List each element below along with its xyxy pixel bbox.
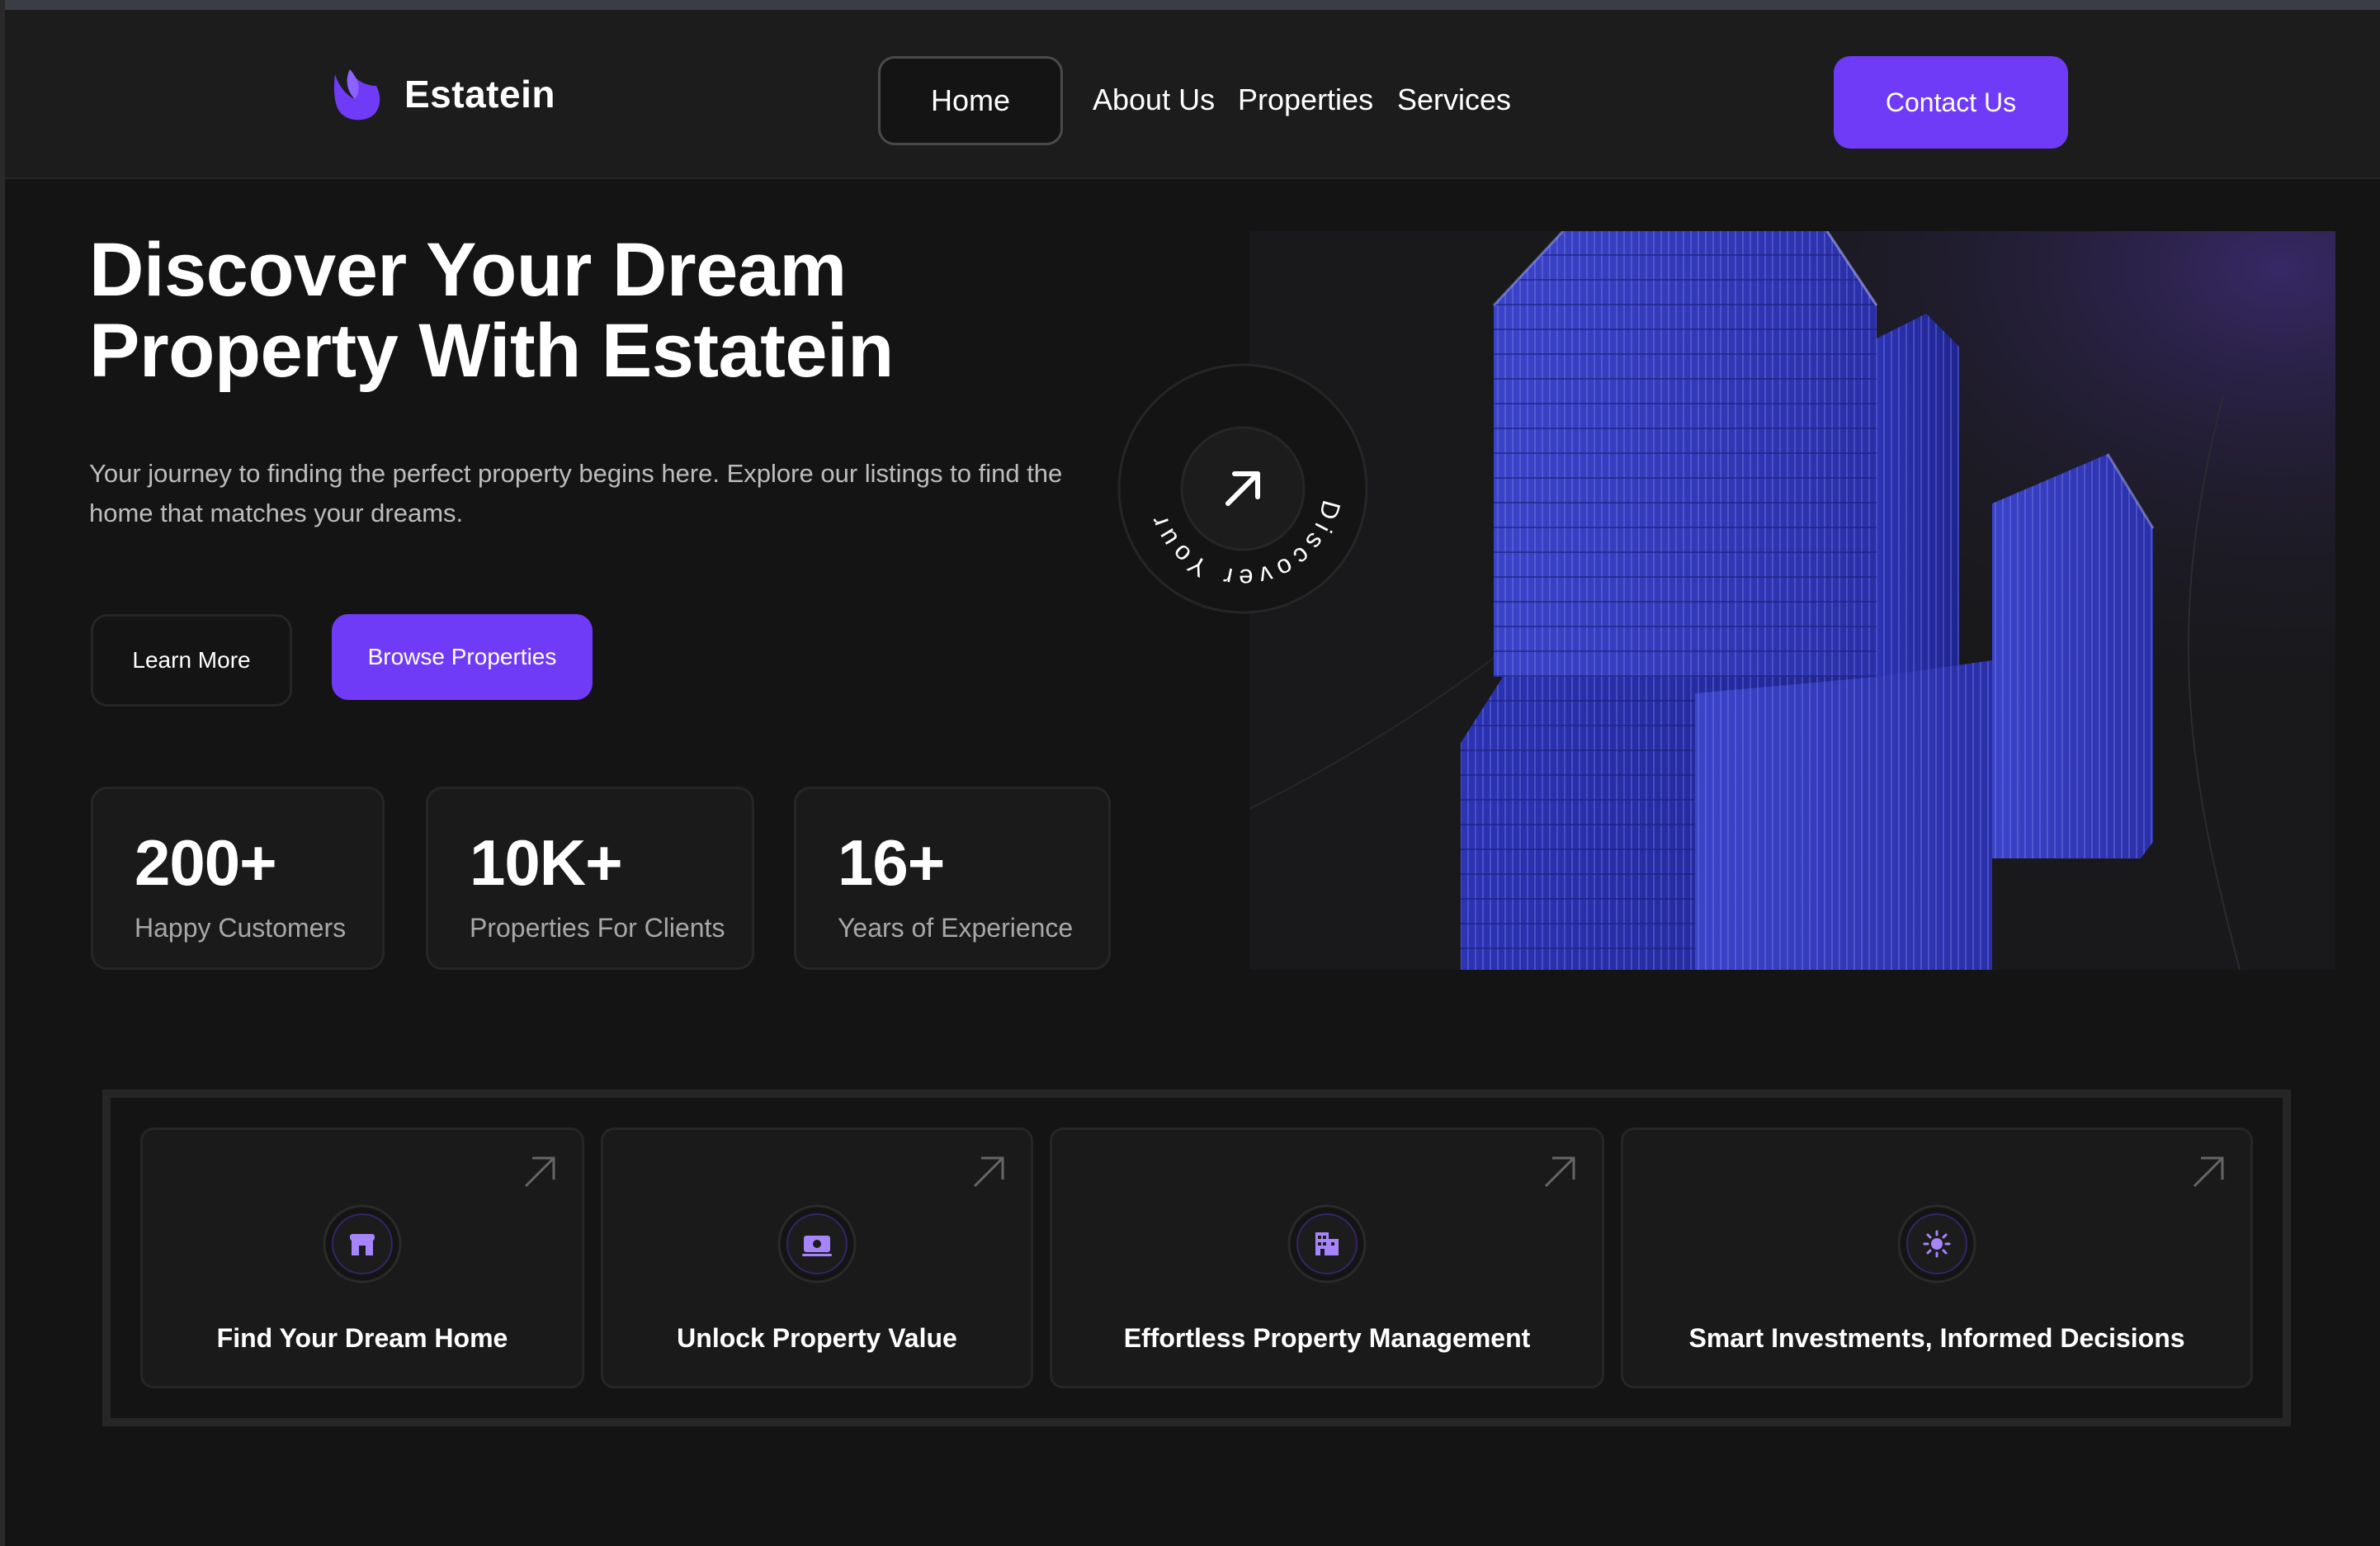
stat-value: 16+ xyxy=(838,826,945,899)
arrow-up-right-icon xyxy=(1544,1156,1575,1188)
feature-card-dream-home[interactable]: Find Your Dream Home xyxy=(140,1128,584,1388)
hero-title-line-1: Discover Your Dream xyxy=(89,228,847,312)
feature-label: Find Your Dream Home xyxy=(216,1323,508,1353)
stat-card-experience: 16+ Years of Experience xyxy=(794,787,1111,970)
feature-card-management[interactable]: Effortless Property Management xyxy=(1050,1128,1604,1388)
arrow-up-right-icon xyxy=(2193,1156,2224,1188)
stat-card-properties: 10K+ Properties For Clients xyxy=(426,787,754,970)
hero-title: Discover Your Dream Property With Estate… xyxy=(89,229,894,391)
skyscraper-illustration xyxy=(1249,231,2335,970)
hero-building-image xyxy=(1249,231,2335,970)
hero-title-line-2: Property With Estatein xyxy=(89,309,894,393)
hero-subtitle: Your journey to finding the perfect prop… xyxy=(89,459,1063,527)
brand-name: Estatein xyxy=(404,73,555,116)
browse-properties-button[interactable]: Browse Properties xyxy=(332,614,593,700)
nav-services-link[interactable]: Services xyxy=(1397,83,1511,117)
nav-properties-link[interactable]: Properties xyxy=(1238,83,1373,117)
stat-card-customers: 200+ Happy Customers xyxy=(91,787,385,970)
arrow-up-right-icon xyxy=(973,1156,1004,1188)
feature-label: Smart Investments, Informed Decisions xyxy=(1688,1323,2185,1353)
stat-label: Happy Customers xyxy=(135,913,347,943)
top-navigation: Estatein Home About Us Properties Servic… xyxy=(5,10,2380,179)
contact-us-button[interactable]: Contact Us xyxy=(1834,56,2068,149)
window-left-edge xyxy=(0,0,5,1546)
learn-more-button[interactable]: Learn More xyxy=(91,614,292,707)
feature-label: Unlock Property Value xyxy=(677,1323,957,1353)
brand-logo[interactable]: Estatein xyxy=(333,68,555,121)
building-icon xyxy=(1287,1204,1367,1284)
logo-icon xyxy=(333,69,380,121)
nav-about-link[interactable]: About Us xyxy=(1093,83,1215,117)
nav-home-link[interactable]: Home xyxy=(878,56,1063,145)
stat-label: Properties For Clients xyxy=(470,913,725,943)
money-icon xyxy=(777,1204,857,1284)
arrow-up-right-icon xyxy=(524,1156,555,1188)
feature-card-investments[interactable]: Smart Investments, Informed Decisions xyxy=(1621,1128,2253,1388)
discover-property-badge[interactable]: Discover Your Dream Property ✨ xyxy=(1117,363,1368,614)
stat-value: 200+ xyxy=(135,826,277,899)
sun-icon xyxy=(1897,1204,1976,1284)
stat-value: 10K+ xyxy=(470,826,623,899)
stat-label: Years of Experience xyxy=(838,913,1074,943)
feature-card-property-value[interactable]: Unlock Property Value xyxy=(601,1128,1033,1388)
home-icon xyxy=(323,1204,402,1284)
feature-label: Effortless Property Management xyxy=(1123,1323,1531,1353)
window-top-edge xyxy=(0,0,2380,10)
